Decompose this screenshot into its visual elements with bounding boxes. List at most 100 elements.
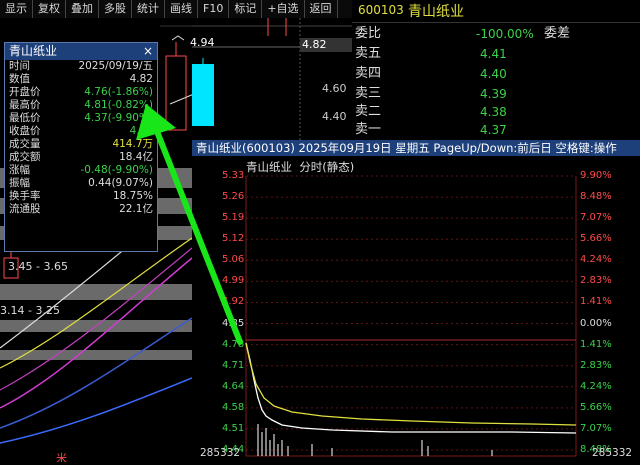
data-window-rows: 时间 2025/09/19/五数值 4.82 开盘价 4.76(-1.86%) 最高价 4.… (5, 60, 157, 216)
pct-tick-label: 0.00% (580, 317, 612, 329)
price-axis-label: 4.40 (322, 110, 347, 123)
data-window-row-label: 振幅 (9, 177, 30, 189)
order-ratio-label: 委比 (355, 26, 382, 41)
intraday-grid (246, 175, 576, 451)
data-window-row-label: 流通股 (9, 203, 41, 215)
order-diff-label: 委差 (544, 26, 571, 41)
order-level: 卖五 4.41 (352, 44, 640, 64)
data-window-row-label: 换手率 (9, 190, 41, 202)
intraday-chart[interactable] (192, 140, 640, 462)
pct-tick-label: 5.66% (580, 401, 612, 413)
data-window-row: 涨幅 -0.48(-9.90%) (5, 164, 157, 177)
pct-tick-label: 7.07% (580, 422, 612, 434)
intraday-popup[interactable]: 青山纸业(600103) 2025年09月19日 星期五 PageUp/Down… (192, 140, 640, 462)
candle (192, 64, 214, 126)
data-window-row-label: 最低价 (9, 112, 41, 124)
price-tick-label: 4.71 (222, 359, 245, 371)
close-icon[interactable]: × (143, 43, 153, 60)
data-window-row-value: 4.81(-0.82%) (84, 99, 153, 111)
data-window-row-value: 4.82 (129, 73, 153, 85)
average-line (245, 342, 577, 426)
data-window-row-value: 22.1亿 (119, 203, 153, 215)
toolbar-back[interactable]: 返回 (305, 0, 338, 18)
data-window-row-value: 4.76(-1.86%) (84, 86, 153, 98)
price-tick-label: 5.33 (222, 170, 245, 181)
pct-tick-label: 2.83% (580, 275, 612, 287)
price-tick-label: 5.06 (222, 254, 245, 266)
order-level: 卖四 4.40 (352, 64, 640, 84)
data-window-row-label: 时间 (9, 60, 30, 72)
pct-tick-label: 4.24% (580, 254, 612, 266)
order-ratio-value: -100.00% (476, 27, 534, 41)
bottom-glyph: 米 (56, 452, 67, 462)
high-marker (171, 35, 185, 41)
order-level-label: 卖二 (355, 104, 382, 119)
data-window-row: 成交额 18.4亿 (5, 151, 157, 164)
candle (165, 55, 187, 131)
toolbar-multi-stock[interactable]: 多股 (99, 0, 132, 18)
data-window-row: 流通股 22.1亿 (5, 203, 157, 216)
order-level-price: 4.41 (480, 47, 507, 61)
ma-line (0, 377, 193, 444)
data-window-title[interactable]: 青山纸业 × (5, 43, 157, 60)
data-window-row: 开盘价 4.76(-1.86%) (5, 86, 157, 99)
toolbar-display[interactable]: 显示 (0, 0, 33, 18)
data-window-row: 最高价 4.81(-0.82%) (5, 99, 157, 112)
data-window-row: 最低价 4.37(-9.90%) (5, 112, 157, 125)
price-tick-label: 4.58 (222, 401, 245, 413)
data-window-row-label: 数值 (9, 73, 30, 85)
order-level-price: 4.40 (480, 67, 507, 81)
order-level-label: 卖四 (355, 66, 382, 81)
pct-tick-label: 4.24% (580, 380, 612, 392)
data-window[interactable]: 青山纸业 × 时间 2025/09/19/五数值 4.82 开盘价 4.76(-1.86… (4, 42, 158, 252)
data-window-row-label: 收盘价 (9, 125, 41, 137)
toolbar-add-favorite[interactable]: +自选 (262, 0, 305, 18)
order-level-label: 卖三 (355, 86, 382, 101)
data-window-row-value: 18.75% (112, 190, 153, 202)
price-axis-current: 4.82 (300, 38, 352, 52)
pct-tick-label: 2.83% (580, 359, 612, 371)
toolbar-f10[interactable]: F10 (198, 0, 230, 18)
data-window-row-value: 4.37(-9.90%) (84, 112, 153, 124)
price-tick-label: 5.12 (222, 233, 245, 245)
order-level: 卖三 4.39 (352, 84, 640, 104)
ma-line (0, 257, 193, 409)
price-tick-label: 5.26 (222, 191, 245, 203)
price-tick-label: 4.99 (222, 275, 245, 287)
toolbar-draw[interactable]: 画线 (165, 0, 198, 18)
ma-line (169, 93, 195, 105)
data-window-row-value: 414.7万 (112, 138, 153, 150)
toolbar-stats[interactable]: 统计 (132, 0, 165, 18)
data-window-row-label: 成交额 (9, 151, 41, 163)
data-window-row: 成交量 414.7万 (5, 138, 157, 151)
data-window-row: 换手率 18.75% (5, 190, 157, 203)
data-window-row-value: 0.44(9.07%) (88, 177, 153, 189)
data-window-row-value: 2025/09/19/五 (78, 60, 153, 72)
order-level: 卖二 4.38 (352, 102, 640, 122)
ma-line (0, 237, 193, 369)
toolbar-mark[interactable]: 标记 (229, 0, 263, 18)
order-level-price: 4.39 (480, 87, 507, 101)
order-level: 卖一 4.37 (352, 120, 640, 140)
data-window-row: 时间 2025/09/19/五 (5, 60, 157, 73)
data-window-row: 数值 4.82 (5, 73, 157, 86)
pct-tick-label: 1.41% (580, 296, 612, 308)
data-window-row-value: -0.48(-9.90%) (80, 164, 153, 176)
volume-axis-right: 285332 (592, 447, 633, 459)
order-book: 600103 青山纸业 委比 -100.00% 委差 卖五 4.41 卖四 4.… (352, 0, 640, 140)
price-tick-label: 5.19 (222, 212, 245, 224)
high-price-label: 4.94 (190, 36, 215, 49)
pct-tick-label: 1.41% (580, 338, 612, 350)
data-window-row-label: 成交量 (9, 138, 41, 150)
toolbar-adjust[interactable]: 复权 (33, 0, 66, 18)
data-window-row-value: 4.37 (129, 125, 153, 137)
price-tick-label: 4.51 (222, 422, 245, 434)
data-window-row-label: 开盘价 (9, 86, 41, 98)
data-window-row: 振幅 0.44(9.07%) (5, 177, 157, 190)
toolbar: 显示 复权 叠加 多股 统计 画线 F10 标记 +自选 返回 (0, 0, 352, 18)
pct-tick-label: 9.90% (580, 170, 612, 181)
data-window-stock-name: 青山纸业 (9, 44, 58, 58)
toolbar-overlay[interactable]: 叠加 (66, 0, 99, 18)
price-axis-label: 4.60 (322, 82, 347, 95)
data-window-row: 收盘价 4.37 (5, 125, 157, 138)
